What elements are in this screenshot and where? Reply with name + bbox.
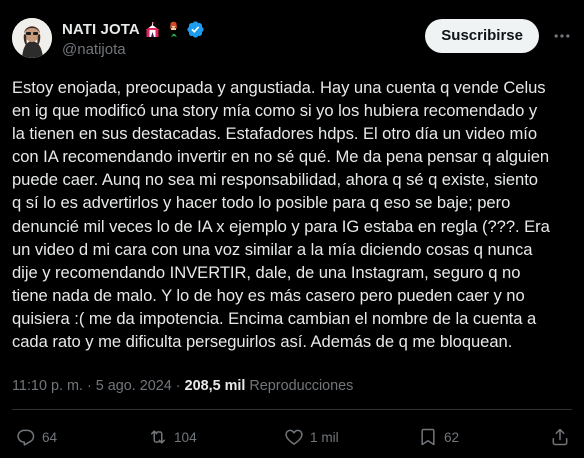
bookmark-count: 62 — [444, 429, 460, 445]
tweet-metadata: 11:10 p. m. · 5 ago. 2024 · 208,5 mil Re… — [12, 378, 353, 394]
verified-badge-icon — [186, 20, 205, 39]
tweet-text: Estoy enojada, preocupada y angustiada. … — [12, 78, 550, 352]
mermaid-icon — [165, 21, 182, 38]
meta-separator: · — [86, 378, 92, 394]
share-icon — [552, 428, 568, 446]
divider — [12, 409, 572, 410]
view-count: 208,5 mil — [184, 378, 246, 394]
reply-icon — [17, 429, 35, 446]
tweet-time[interactable]: 11:10 p. m. — [12, 378, 83, 394]
reply-button[interactable]: 64 — [16, 427, 57, 447]
views-label: Reproducciones — [249, 378, 354, 394]
avatar-image — [12, 18, 52, 58]
author-names: NATI JOTA @natijota — [62, 19, 205, 58]
share-button[interactable] — [550, 427, 570, 447]
avatar[interactable] — [12, 18, 52, 58]
like-count: 1 mil — [310, 429, 339, 445]
repost-count: 104 — [174, 429, 197, 445]
repost-icon — [151, 430, 165, 444]
subscribe-button[interactable]: Suscribirse — [425, 19, 539, 53]
bookmark-button[interactable]: 62 — [418, 427, 459, 447]
like-button[interactable]: 1 mil — [284, 427, 339, 447]
meta-separator: · — [175, 378, 181, 394]
display-name-row: NATI JOTA — [62, 19, 205, 39]
tweet-date[interactable]: 5 ago. 2024 — [96, 378, 172, 394]
heart-icon — [285, 429, 303, 445]
more-options-icon[interactable] — [552, 26, 572, 46]
bookmark-icon — [421, 428, 435, 446]
action-bar: 64 104 1 mil 62 — [0, 423, 584, 453]
circus-tent-icon — [144, 21, 161, 38]
reply-count: 64 — [42, 429, 58, 445]
tweet-header: NATI JOTA @natijota Suscribirse — [12, 16, 572, 60]
user-handle[interactable]: @natijota — [62, 41, 205, 58]
display-name[interactable]: NATI JOTA — [62, 21, 140, 38]
repost-button[interactable]: 104 — [148, 427, 197, 447]
